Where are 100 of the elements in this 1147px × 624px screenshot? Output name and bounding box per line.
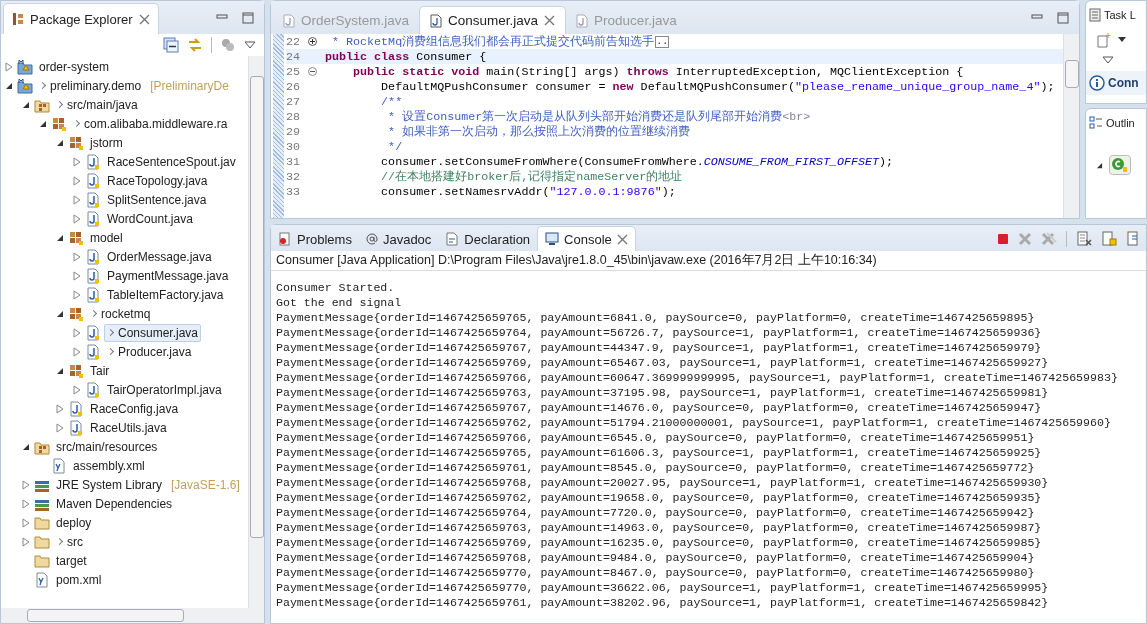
tree-item[interactable]: com.alibaba.middleware.ra: [70, 114, 231, 133]
folder-icon: [34, 533, 50, 550]
collapsed-arrow-icon[interactable]: [73, 213, 81, 224]
project-icon: [17, 77, 33, 94]
tree-item[interactable]: JRE System Library: [53, 475, 166, 494]
string-literal: "please_rename_unique_group_name_4": [794, 79, 1041, 94]
code-text: );: [879, 154, 894, 169]
tree-item[interactable]: jstorm: [87, 133, 126, 152]
collapsed-arrow-icon[interactable]: [73, 346, 81, 357]
maximize-icon[interactable]: [1057, 12, 1069, 24]
new-task-icon[interactable]: [1096, 32, 1112, 48]
tree-item[interactable]: TableItemFactory.java: [104, 285, 227, 304]
expand-fold-icon[interactable]: [308, 37, 317, 46]
collapsed-arrow-icon[interactable]: [73, 384, 81, 395]
close-icon[interactable]: [544, 15, 556, 26]
scroll-lock-icon[interactable]: [1101, 231, 1117, 247]
view-tab[interactable]: Javadoc: [358, 227, 439, 251]
editor-tab[interactable]: Consumer.java: [419, 6, 567, 34]
tree-item[interactable]: WordCount.java: [104, 209, 196, 228]
tree-item[interactable]: RaceSentenceSpout.jav: [104, 152, 239, 171]
package-icon: [68, 229, 84, 246]
view-tab[interactable]: Declaration: [438, 227, 538, 251]
tree-item[interactable]: target: [53, 551, 90, 570]
collapse-fold-icon[interactable]: [308, 67, 317, 76]
expanded-arrow-icon[interactable]: [56, 138, 64, 147]
tree-item[interactable]: RaceUtils.java: [87, 418, 170, 437]
expanded-arrow-icon[interactable]: [56, 309, 64, 318]
close-icon[interactable]: [616, 233, 628, 245]
expanded-arrow-icon[interactable]: [56, 366, 64, 375]
tree-item[interactable]: preliminary.demo: [36, 76, 145, 95]
tree-item[interactable]: assembly.xml: [70, 456, 148, 475]
java-file-icon: [430, 13, 443, 28]
stop-icon[interactable]: [997, 233, 1009, 245]
gear-icon[interactable]: [220, 37, 236, 53]
tree-item[interactable]: model: [87, 228, 126, 247]
collapsed-arrow-icon[interactable]: [22, 536, 30, 547]
view-tab[interactable]: Console: [537, 226, 636, 251]
tree-item[interactable]: pom.xml: [53, 570, 105, 589]
collapsed-arrow-icon[interactable]: [73, 251, 81, 262]
expanded-arrow-icon[interactable]: [22, 442, 30, 451]
outline-icon: [1089, 116, 1103, 130]
collapsed-arrow-icon[interactable]: [73, 175, 81, 186]
view-menu-icon[interactable]: [244, 40, 256, 50]
collapsed-arrow-icon[interactable]: [22, 498, 30, 509]
tree-item[interactable]: src: [53, 532, 86, 551]
view-title[interactable]: Outlin: [1106, 117, 1135, 129]
collapsed-arrow-icon[interactable]: [73, 327, 81, 338]
collapsed-arrow-icon[interactable]: [5, 61, 13, 72]
clear-console-icon[interactable]: [1076, 231, 1092, 247]
tree-item[interactable]: Producer.java: [104, 342, 195, 361]
tree-item[interactable]: deploy: [53, 513, 95, 532]
tree-item[interactable]: src/main/java: [53, 95, 141, 114]
tree-item[interactable]: PaymentMessage.java: [104, 266, 232, 285]
vertical-scrollbar[interactable]: [1063, 34, 1079, 218]
collapsed-arrow-icon[interactable]: [22, 517, 30, 528]
close-icon[interactable]: [138, 13, 150, 25]
expanded-arrow-icon[interactable]: [39, 119, 47, 128]
tree-item[interactable]: src/main/resources: [53, 437, 161, 456]
view-tab[interactable]: Problems: [271, 227, 359, 251]
tree-item[interactable]: order-system: [36, 57, 112, 76]
expanded-arrow-icon[interactable]: [5, 81, 13, 90]
tree-item[interactable]: Tair: [87, 361, 113, 380]
doc-comment: /**: [380, 94, 403, 109]
link-arrows-icon[interactable]: [187, 37, 203, 53]
vertical-scrollbar[interactable]: [248, 56, 264, 608]
tree-item[interactable]: RaceConfig.java: [87, 399, 182, 418]
remove-all-icon[interactable]: [1041, 232, 1057, 246]
code-text: );: [661, 184, 676, 199]
tree-item[interactable]: RaceTopology.java: [104, 171, 211, 190]
tree-item[interactable]: OrderMessage.java: [104, 247, 215, 266]
collapsed-arrow-icon[interactable]: [73, 270, 81, 281]
dropdown-caret-icon[interactable]: [1118, 37, 1126, 43]
tree-item[interactable]: rocketmq: [87, 304, 154, 323]
tree-item[interactable]: Maven Dependencies: [53, 494, 176, 513]
collapse-all-icon[interactable]: [163, 37, 179, 53]
console-output-line: PaymentMessage{orderId=1467425659767, payAmount=14676.0, paySource=0, payPlatform=0, createTime=1467425659947}: [276, 400, 1043, 415]
view-title[interactable]: Task L: [1104, 9, 1136, 21]
collapsed-arrow-icon[interactable]: [22, 479, 30, 490]
expanded-arrow-icon[interactable]: [22, 100, 30, 109]
remove-icon[interactable]: [1018, 232, 1032, 246]
xml-file-icon: [51, 457, 67, 474]
line-number: 31: [286, 154, 302, 169]
tree-item[interactable]: TairOperatorImpl.java: [104, 380, 225, 399]
collapsed-arrow-icon[interactable]: [73, 156, 81, 167]
tree-item-annotation: [JavaSE-1.6]: [171, 477, 240, 492]
collapsed-arrow-icon[interactable]: [56, 422, 64, 433]
tree-item[interactable]: Consumer.java: [104, 323, 202, 342]
maximize-icon[interactable]: [242, 12, 254, 24]
tree-item[interactable]: SplitSentence.java: [104, 190, 210, 209]
view-menu-icon[interactable]: [1102, 55, 1114, 65]
horizontal-scrollbar[interactable]: [1, 608, 264, 623]
console-output-line: PaymentMessage{orderId=1467425659770, payAmount=8467.0, paySource=0, payPlatform=0, createTime=1467425659980}: [276, 565, 1036, 580]
expanded-arrow-icon[interactable]: [56, 233, 64, 242]
class-icon: [1109, 155, 1131, 175]
collapsed-arrow-icon[interactable]: [56, 403, 64, 414]
collapsed-arrow-icon[interactable]: [73, 194, 81, 205]
collapsed-arrow-icon[interactable]: [73, 289, 81, 300]
console-output-line: PaymentMessage{orderId=1467425659761, payAmount=8545.0, paySource=0, payPlatform=0, createTime=1467425659772}: [276, 460, 1036, 475]
folder-icon: [34, 514, 50, 531]
expanded-arrow-icon[interactable]: [1096, 161, 1103, 169]
